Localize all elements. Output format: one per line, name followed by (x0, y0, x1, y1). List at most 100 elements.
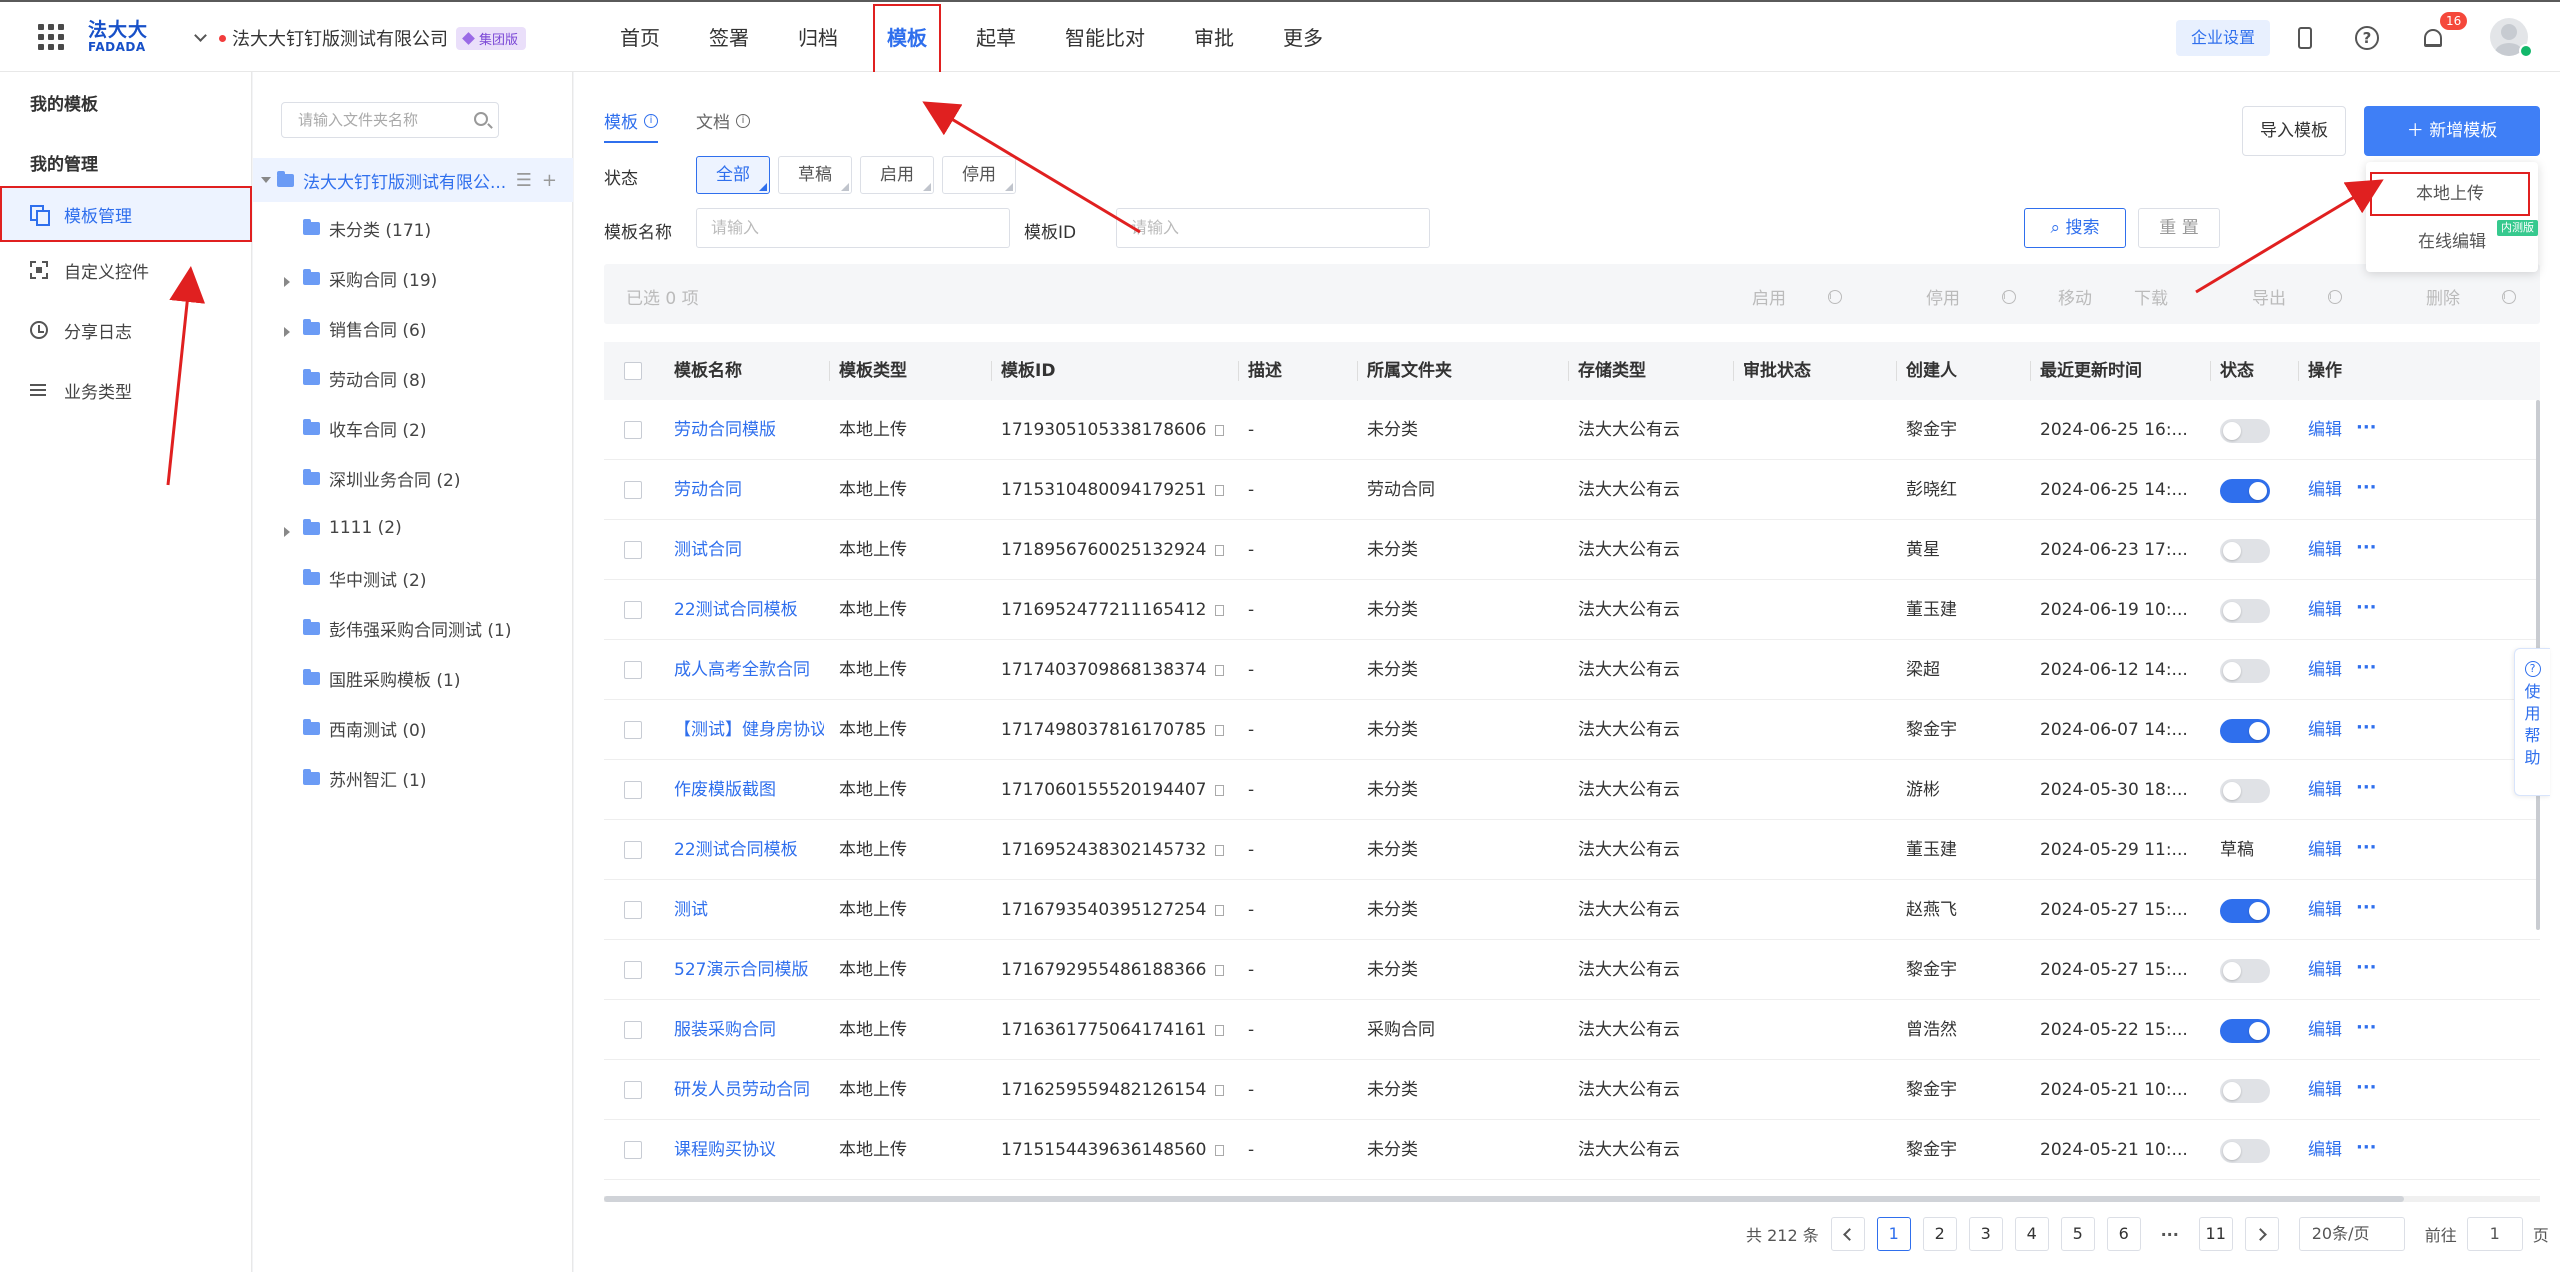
edit-link[interactable]: 编辑 (2308, 880, 2342, 940)
template-name-link[interactable]: 劳动合同模版 (674, 400, 824, 460)
table-horizontal-scrollbar[interactable] (604, 1196, 2540, 1202)
sort-icon[interactable]: ☰ (516, 170, 532, 191)
fadada-logo[interactable]: 法大大 FADADA (88, 20, 150, 56)
folder-item[interactable]: 销售合同 (6) (253, 308, 573, 348)
nav-archive[interactable]: 归档 (782, 2, 854, 74)
edit-link[interactable]: 编辑 (2308, 700, 2342, 760)
nav-draft[interactable]: 起草 (960, 2, 1032, 74)
more-actions-icon[interactable]: ··· (2356, 1120, 2377, 1180)
template-name-input[interactable]: 请输入 (696, 208, 1010, 248)
page-2[interactable]: 2 (1922, 1217, 1957, 1251)
row-checkbox[interactable] (624, 1081, 642, 1099)
more-actions-icon[interactable]: ··· (2356, 700, 2377, 760)
page-ellipsis[interactable]: ··· (2153, 1225, 2187, 1244)
row-checkbox[interactable] (624, 601, 642, 619)
status-chip-draft[interactable]: 草稿 (778, 156, 852, 194)
status-toggle[interactable] (2220, 1139, 2270, 1163)
copy-icon[interactable] (1214, 664, 1224, 676)
caret-down-icon[interactable] (261, 177, 271, 183)
row-checkbox[interactable] (624, 841, 642, 859)
status-toggle[interactable] (2220, 1019, 2270, 1043)
local-upload-option[interactable]: 本地上传 (2370, 172, 2530, 216)
more-actions-icon[interactable]: ··· (2356, 820, 2377, 880)
search-button[interactable]: ⌕ 搜索 (2024, 208, 2126, 248)
nav-home[interactable]: 首页 (604, 2, 676, 74)
import-template-button[interactable]: 导入模板 (2242, 106, 2346, 156)
folder-item[interactable]: 深圳业务合同 (2) (253, 458, 573, 498)
template-id-input[interactable]: 请输入 (1116, 208, 1430, 248)
help-icon[interactable]: ? (2352, 23, 2382, 53)
copy-icon[interactable] (1214, 1084, 1224, 1096)
edit-link[interactable]: 编辑 (2308, 640, 2342, 700)
nav-more[interactable]: 更多 (1267, 2, 1339, 74)
template-name-link[interactable]: 成人高考全款合同 (674, 640, 824, 700)
more-actions-icon[interactable]: ··· (2356, 460, 2377, 520)
edit-link[interactable]: 编辑 (2308, 460, 2342, 520)
status-toggle[interactable] (2220, 899, 2270, 923)
folder-item[interactable]: 劳动合同 (8) (253, 358, 573, 398)
sidebar-title-my-templates[interactable]: 我的模板 (30, 90, 98, 115)
row-checkbox[interactable] (624, 781, 642, 799)
row-checkbox[interactable] (624, 721, 642, 739)
page-3[interactable]: 3 (1968, 1217, 2003, 1251)
template-name-link[interactable]: 服装采购合同 (674, 1000, 824, 1060)
company-switcher[interactable]: 法大大钉钉版测试有限公司 集团版 (194, 24, 527, 52)
edit-link[interactable]: 编辑 (2308, 760, 2342, 820)
page-size-select[interactable]: 20条/页 (2298, 1217, 2405, 1251)
folder-item[interactable]: 收车合同 (2) (253, 408, 573, 448)
bulk-disable-button[interactable]: 停用 i (1884, 284, 2016, 309)
copy-icon[interactable] (1214, 604, 1224, 616)
status-toggle[interactable] (2220, 1079, 2270, 1103)
status-toggle[interactable] (2220, 659, 2270, 683)
template-name-link[interactable]: 测试合同 (674, 520, 824, 580)
template-name-link[interactable]: 劳动合同 (674, 460, 824, 520)
edit-link[interactable]: 编辑 (2308, 1000, 2342, 1060)
folder-item[interactable]: 国胜采购模板 (1) (253, 658, 573, 698)
bulk-download-button[interactable]: 下载 (2134, 284, 2168, 309)
copy-icon[interactable] (1214, 904, 1224, 916)
row-checkbox[interactable] (624, 661, 642, 679)
folder-item[interactable]: 1111 (2) (253, 508, 573, 548)
copy-icon[interactable] (1214, 1144, 1224, 1156)
status-chip-enabled[interactable]: 启用 (860, 156, 934, 194)
status-toggle[interactable] (2220, 599, 2270, 623)
nav-sign[interactable]: 签署 (693, 2, 765, 74)
caret-right-icon[interactable] (284, 327, 290, 337)
tab-document[interactable]: 文档 i (696, 108, 750, 133)
copy-icon[interactable] (1214, 544, 1224, 556)
caret-right-icon[interactable] (284, 527, 290, 537)
row-checkbox[interactable] (624, 961, 642, 979)
status-toggle[interactable] (2220, 419, 2270, 443)
page-5[interactable]: 5 (2060, 1217, 2095, 1251)
folder-item[interactable]: 苏州智汇 (1) (253, 758, 573, 798)
status-chip-disabled[interactable]: 停用 (942, 156, 1016, 194)
copy-icon[interactable] (1214, 844, 1224, 856)
template-name-link[interactable]: 527演示合同模版 (674, 940, 824, 1000)
edit-link[interactable]: 编辑 (2308, 1060, 2342, 1120)
nav-smart-compare[interactable]: 智能比对 (1049, 2, 1161, 74)
bulk-export-button[interactable]: 导出 i (2210, 284, 2342, 309)
page-4[interactable]: 4 (2014, 1217, 2049, 1251)
help-float-tab[interactable]: ? 使用帮助 (2514, 648, 2550, 796)
edit-link[interactable]: 编辑 (2308, 940, 2342, 1000)
copy-icon[interactable] (1214, 1024, 1224, 1036)
sidebar-item-share-log[interactable]: 分享日志 (0, 302, 252, 358)
edit-link[interactable]: 编辑 (2308, 400, 2342, 460)
edit-link[interactable]: 编辑 (2308, 580, 2342, 640)
copy-icon[interactable] (1214, 424, 1224, 436)
more-actions-icon[interactable]: ··· (2356, 1000, 2377, 1060)
edit-link[interactable]: 编辑 (2308, 1120, 2342, 1180)
row-checkbox[interactable] (624, 481, 642, 499)
page-6[interactable]: 6 (2106, 1217, 2141, 1251)
sidebar-item-custom-controls[interactable]: 自定义控件 (0, 242, 252, 298)
row-checkbox[interactable] (624, 421, 642, 439)
edit-link[interactable]: 编辑 (2308, 520, 2342, 580)
online-edit-option[interactable]: 在线编辑 内测版 (2366, 220, 2538, 264)
more-actions-icon[interactable]: ··· (2356, 940, 2377, 1000)
row-checkbox[interactable] (624, 1021, 642, 1039)
copy-icon[interactable] (1214, 724, 1224, 736)
more-actions-icon[interactable]: ··· (2356, 880, 2377, 940)
template-name-link[interactable]: 测试 (674, 880, 824, 940)
folder-item[interactable]: 华中测试 (2) (253, 558, 573, 598)
template-name-link[interactable]: 作废模版截图 (674, 760, 824, 820)
